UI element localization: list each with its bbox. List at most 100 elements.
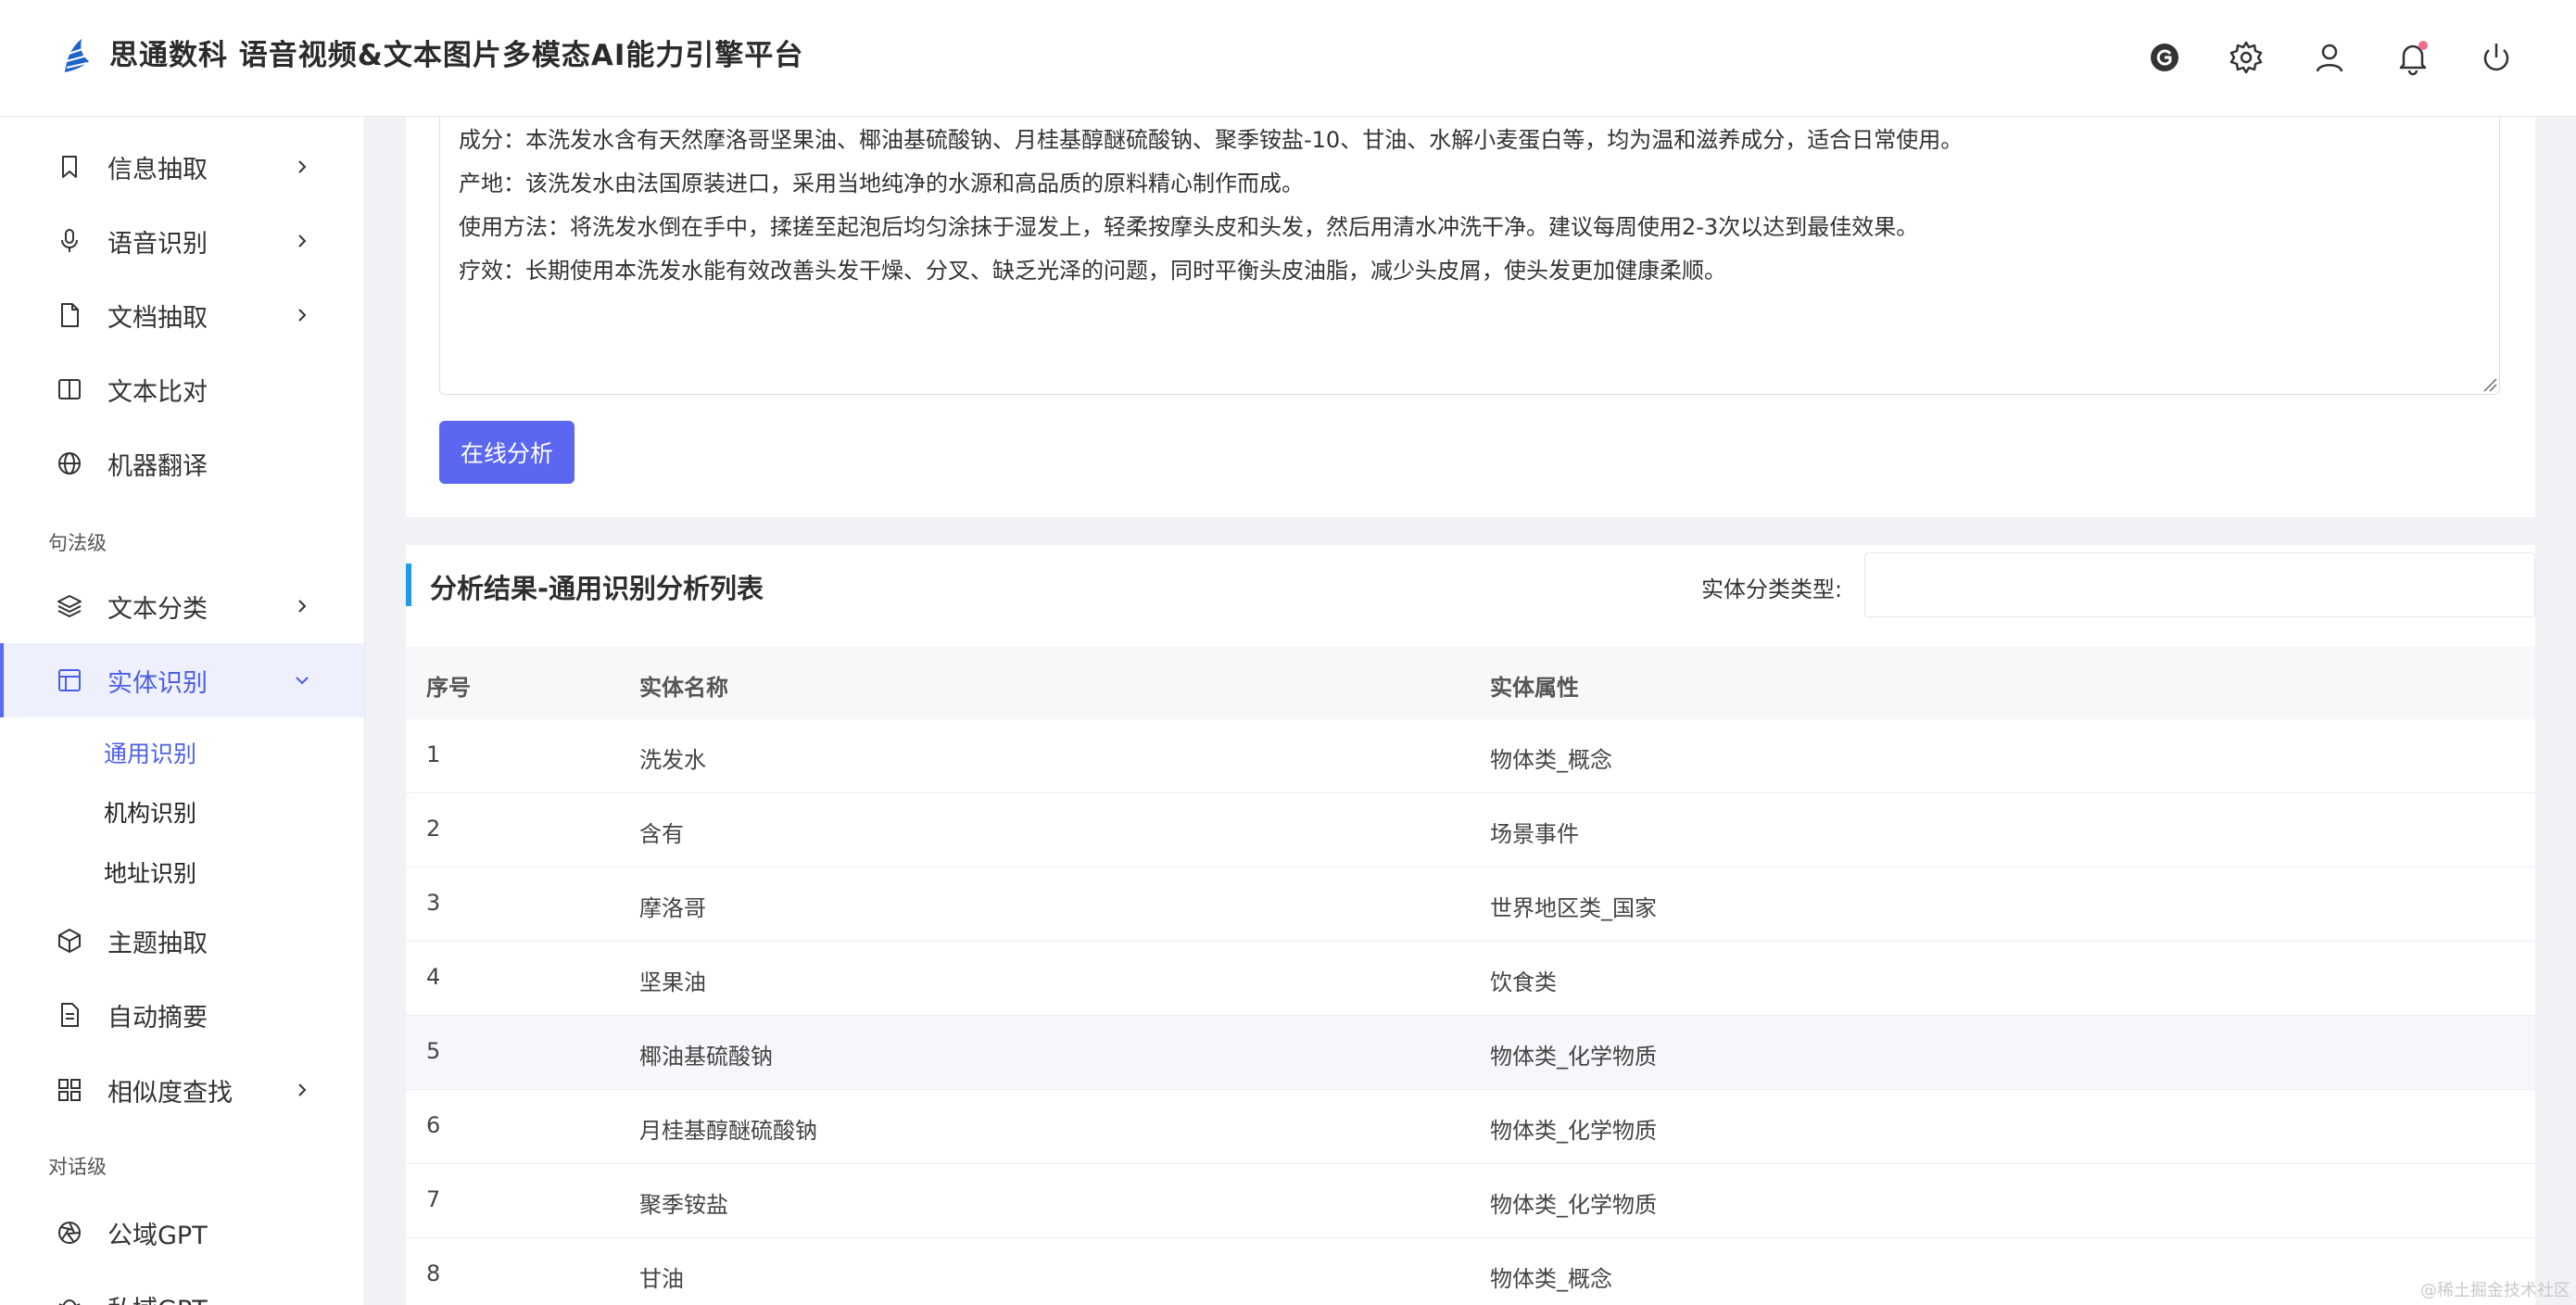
table-row[interactable]: 2 含有 场景事件 bbox=[406, 793, 2535, 868]
chevron-right-icon bbox=[291, 304, 313, 326]
table-row[interactable]: 8 甘油 物体类_概念 bbox=[406, 1238, 2535, 1305]
input-line: 成分：本洗发水含有天然摩洛哥坚果油、椰油基硫酸钠、月桂基醇醚硫酸钠、聚季铵盐-1… bbox=[459, 127, 1964, 153]
cell-entity-attr: 物体类_化学物质 bbox=[1490, 1118, 1657, 1144]
title-accent-bar bbox=[406, 564, 411, 606]
cell-entity-name: 坚果油 bbox=[639, 969, 706, 995]
cell-index: 2 bbox=[426, 816, 441, 842]
sidebar-item-topic-extract[interactable]: 主题抽取 bbox=[0, 904, 364, 978]
aperture-icon bbox=[56, 1219, 83, 1247]
result-table: 序号 实体名称 实体属性 1 洗发水 物体类_概念 2 含有 场景事件 3 摩洛… bbox=[406, 647, 2535, 1305]
layers-icon bbox=[56, 592, 83, 620]
cell-entity-attr: 场景事件 bbox=[1490, 821, 1579, 847]
cell-entity-attr: 世界地区类_国家 bbox=[1490, 895, 1657, 921]
sidebar-item-label: 文本比对 bbox=[107, 377, 208, 407]
result-card: 分析结果-通用识别分析列表 实体分类类型: 序号 实体名称 实体属性 1 洗发水… bbox=[406, 545, 2535, 1305]
sidebar-item-translate[interactable]: 机器翻译 bbox=[0, 426, 364, 500]
cube-icon bbox=[56, 927, 83, 955]
input-line: 使用方法：将洗发水倒在手中，揉搓至起泡后均匀涂抹于湿发上，轻柔按摩头皮和头发，然… bbox=[459, 214, 1919, 240]
entity-type-filter-label: 实体分类类型: bbox=[1701, 576, 1843, 602]
notification-dot bbox=[2418, 41, 2428, 50]
app-title: 思通数科 语音视频&文本图片多模态AI能力引擎平台 bbox=[109, 39, 804, 72]
sidebar-item-info-extract[interactable]: 信息抽取 bbox=[0, 130, 364, 204]
sidebar-item-label: 文档抽取 bbox=[107, 303, 208, 333]
chevron-right-icon bbox=[291, 156, 313, 178]
input-line: 产地：该洗发水由法国原装进口，采用当地纯净的水源和高品质的原料精心制作而成。 bbox=[459, 171, 1304, 196]
cell-entity-name: 聚季铵盐 bbox=[639, 1192, 728, 1218]
chevron-right-icon bbox=[291, 595, 313, 617]
cell-entity-attr: 物体类_化学物质 bbox=[1490, 1044, 1657, 1070]
bell-icon[interactable] bbox=[2393, 37, 2433, 78]
text-input-area[interactable]: 成分：本洗发水含有天然摩洛哥坚果油、椰油基硫酸钠、月桂基醇醚硫酸钠、聚季铵盐-1… bbox=[439, 117, 2500, 395]
result-title: 分析结果-通用识别分析列表 bbox=[430, 573, 764, 604]
table-row[interactable]: 3 摩洛哥 世界地区类_国家 bbox=[406, 868, 2535, 942]
sidebar-item-public-gpt[interactable]: 公域GPT bbox=[0, 1196, 364, 1270]
table-row[interactable]: 1 洗发水 物体类_概念 bbox=[406, 719, 2535, 793]
resize-handle-icon[interactable] bbox=[2481, 375, 2497, 392]
sidebar-item-label: 自动摘要 bbox=[107, 1003, 208, 1033]
cell-entity-name: 含有 bbox=[639, 821, 684, 847]
cell-index: 5 bbox=[426, 1038, 441, 1064]
sidebar-item-text-classify[interactable]: 文本分类 bbox=[0, 569, 364, 643]
logo-icon bbox=[65, 39, 89, 72]
bookmark-icon bbox=[56, 153, 83, 181]
section-label-syntax: 句法级 bbox=[48, 532, 107, 554]
cell-entity-name: 月桂基醇醚硫酸钠 bbox=[639, 1118, 817, 1144]
chevron-right-icon bbox=[291, 230, 313, 252]
table-row[interactable]: 6 月桂基醇醚硫酸钠 物体类_化学物质 bbox=[406, 1090, 2535, 1164]
input-card: 成分：本洗发水含有天然摩洛哥坚果油、椰油基硫酸钠、月桂基醇醚硫酸钠、聚季铵盐-1… bbox=[406, 117, 2535, 517]
gear-icon[interactable] bbox=[2226, 37, 2267, 78]
analyze-button[interactable]: 在线分析 bbox=[439, 421, 575, 484]
document-icon bbox=[56, 301, 83, 329]
sidebar-item-label: 私域GPT bbox=[107, 1289, 208, 1305]
globe-icon bbox=[56, 450, 83, 477]
sidebar: 信息抽取 语音识别 文档抽取 文本比对 机器翻译 句法级 文本分类 实体识别 通… bbox=[0, 117, 365, 1305]
sidebar-item-speech[interactable]: 语音识别 bbox=[0, 204, 364, 278]
table-row[interactable]: 5 椰油基硫酸钠 物体类_化学物质 bbox=[406, 1016, 2535, 1090]
microphone-icon bbox=[56, 227, 83, 255]
user-icon[interactable] bbox=[2309, 37, 2350, 78]
cell-index: 7 bbox=[426, 1186, 441, 1212]
entity-type-filter-input[interactable] bbox=[1864, 552, 2535, 617]
watermark: @稀土掘金技术社区 bbox=[2420, 1281, 2570, 1300]
sidebar-item-similarity[interactable]: 相似度查找 bbox=[0, 1053, 364, 1127]
github-icon[interactable] bbox=[2144, 37, 2185, 78]
section-label-dialog: 对话级 bbox=[48, 1156, 107, 1178]
subitem-address-recognition[interactable]: 地址识别 bbox=[104, 855, 196, 889]
sidebar-item-label: 语音识别 bbox=[107, 229, 208, 259]
sidebar-item-label: 相似度查找 bbox=[107, 1078, 233, 1108]
power-icon[interactable] bbox=[2476, 37, 2517, 78]
cell-entity-name: 摩洛哥 bbox=[639, 895, 706, 921]
cell-index: 6 bbox=[426, 1112, 441, 1138]
table-row[interactable]: 7 聚季铵盐 物体类_化学物质 bbox=[406, 1164, 2535, 1238]
columns-icon bbox=[56, 375, 83, 403]
layout-icon bbox=[56, 666, 83, 694]
sidebar-item-entity-recognition[interactable]: 实体识别 bbox=[0, 643, 364, 717]
table-header: 序号 实体名称 实体属性 bbox=[406, 647, 2535, 719]
cell-index: 4 bbox=[426, 964, 441, 990]
cell-entity-attr: 饮食类 bbox=[1490, 969, 1557, 995]
sidebar-item-label: 文本分类 bbox=[107, 594, 208, 624]
column-header-entity-name: 实体名称 bbox=[639, 675, 728, 701]
grid-icon bbox=[56, 1076, 83, 1104]
cell-index: 8 bbox=[426, 1261, 441, 1286]
cell-entity-attr: 物体类_概念 bbox=[1490, 1266, 1612, 1292]
table-row[interactable]: 4 坚果油 饮食类 bbox=[406, 942, 2535, 1016]
sidebar-item-label: 实体识别 bbox=[107, 668, 208, 698]
cell-entity-name: 椰油基硫酸钠 bbox=[639, 1044, 773, 1070]
bug-icon bbox=[56, 1293, 83, 1305]
input-line: 疗效：长期使用本洗发水能有效改善头发干燥、分叉、缺乏光泽的问题，同时平衡头皮油脂… bbox=[459, 258, 1726, 284]
top-header: 思通数科 语音视频&文本图片多模态AI能力引擎平台 bbox=[0, 0, 2576, 117]
sidebar-item-doc-extract[interactable]: 文档抽取 bbox=[0, 278, 364, 352]
chevron-down-icon bbox=[291, 669, 313, 691]
cell-index: 1 bbox=[426, 741, 441, 767]
subitem-org-recognition[interactable]: 机构识别 bbox=[104, 795, 196, 829]
sidebar-item-label: 信息抽取 bbox=[107, 155, 208, 184]
cell-index: 3 bbox=[426, 890, 441, 916]
sidebar-item-text-compare[interactable]: 文本比对 bbox=[0, 352, 364, 426]
subitem-general-recognition[interactable]: 通用识别 bbox=[104, 736, 196, 769]
sidebar-item-summary[interactable]: 自动摘要 bbox=[0, 978, 364, 1052]
file-text-icon bbox=[56, 1001, 83, 1029]
sidebar-item-private-gpt[interactable]: 私域GPT bbox=[0, 1270, 364, 1305]
column-header-index: 序号 bbox=[426, 675, 471, 701]
cell-entity-name: 洗发水 bbox=[639, 747, 706, 773]
